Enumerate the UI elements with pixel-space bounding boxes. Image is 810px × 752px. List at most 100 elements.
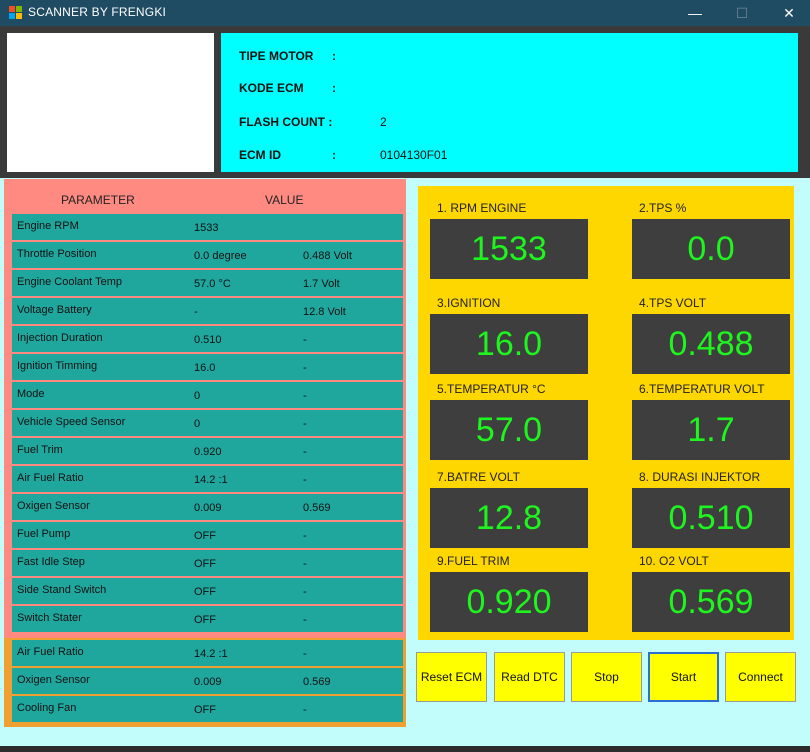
parameter-name: Fuel Pump	[17, 528, 71, 540]
parameter-extra-value: -	[303, 334, 307, 346]
parameter-row: Fuel Trim 0.920 -	[12, 438, 403, 464]
gauge-value: 16.0	[430, 314, 588, 374]
parameter-name: Mode	[17, 388, 45, 400]
parameter-row: Engine Coolant Temp 57.0 °C 1.7 Volt	[12, 270, 403, 296]
gauge-value: 0.569	[632, 572, 790, 632]
parameter-header: PARAMETER	[61, 193, 135, 207]
gauge-value: 0.510	[632, 488, 790, 548]
minimize-button[interactable]: —	[672, 0, 718, 26]
parameter-row: Fast Idle Step OFF -	[12, 550, 403, 576]
parameter-value: -	[194, 306, 198, 318]
gauge-label: 2.TPS %	[639, 201, 687, 215]
parameter-name: Voltage Battery	[17, 304, 92, 316]
info-label: TIPE MOTOR	[239, 49, 314, 63]
parameter-row: Voltage Battery - 12.8 Volt	[12, 298, 403, 324]
minimize-icon: —	[688, 5, 702, 21]
parameter-extra-value: 0.488 Volt	[303, 250, 352, 262]
parameter-name: Injection Duration	[17, 332, 103, 344]
info-value: 0104130F01	[380, 148, 448, 162]
gauge-label: 9.FUEL TRIM	[437, 554, 510, 568]
parameter-value: 1533	[194, 222, 219, 234]
parameter-row: Injection Duration 0.510 -	[12, 326, 403, 352]
parameter-value: OFF	[194, 614, 216, 626]
parameter-value: 0.009	[194, 502, 222, 514]
gauge-label: 6.TEMPERATUR VOLT	[639, 382, 765, 396]
parameter-extra-value: -	[303, 704, 307, 716]
gauge-value: 12.8	[430, 488, 588, 548]
start-button[interactable]: Start	[648, 652, 719, 702]
info-value: 2	[380, 115, 387, 129]
info-row-kode-ecm: KODE ECM :	[239, 81, 336, 95]
parameter-name: Switch Stater	[17, 612, 82, 624]
gauge-value: 0.0	[632, 219, 790, 279]
info-row-ecm-id: ECM ID : 0104130F01	[239, 148, 447, 162]
stop-button[interactable]: Stop	[571, 652, 642, 702]
gauge-label: 3.IGNITION	[437, 296, 501, 310]
gauge-label: 4.TPS VOLT	[639, 296, 707, 310]
parameter-name: Engine Coolant Temp	[17, 276, 122, 288]
parameter-extra-value: -	[303, 446, 307, 458]
parameter-row: Fuel Pump OFF -	[12, 522, 403, 548]
parameter-row: Ignition Timming 16.0 -	[12, 354, 403, 380]
parameter-row: Vehicle Speed Sensor 0 -	[12, 410, 403, 436]
parameter-extra-value: -	[303, 558, 307, 570]
image-box	[7, 33, 214, 172]
parameter-value: 0	[194, 418, 201, 430]
parameter-value: OFF	[194, 530, 216, 542]
parameter-value: 14.2 :1	[194, 474, 228, 486]
parameter-row: Side Stand Switch OFF -	[12, 578, 403, 604]
window-title: SCANNER BY FRENGKI	[28, 5, 167, 19]
header-panel: TIPE MOTOR : KODE ECM : FLASH COUNT : 2 …	[0, 26, 810, 178]
gauge-value: 1533	[430, 219, 588, 279]
info-label: ECM ID	[239, 148, 281, 162]
parameter-name: Cooling Fan	[17, 702, 77, 714]
info-label: KODE ECM	[239, 81, 304, 95]
parameter-extra-value: -	[303, 530, 307, 542]
window-bottom-edge	[0, 746, 810, 752]
gauge-label: 7.BATRE VOLT	[437, 470, 520, 484]
connect-button[interactable]: Connect	[725, 652, 796, 702]
parameter-row: Cooling Fan OFF -	[12, 696, 403, 722]
gauge-label: 8. DURASI INJEKTOR	[639, 470, 761, 484]
parameter-value: OFF	[194, 586, 216, 598]
parameter-value: OFF	[194, 704, 216, 716]
parameter-extra-value: -	[303, 648, 307, 660]
parameter-value: 0	[194, 390, 201, 402]
parameter-extra-value: -	[303, 586, 307, 598]
parameter-value: 16.0	[194, 362, 216, 374]
parameter-value: 0.510	[194, 334, 222, 346]
gauge-value: 57.0	[430, 400, 588, 460]
reset-ecm-button[interactable]: Reset ECM	[416, 652, 487, 702]
maximize-icon: ☐	[735, 4, 749, 21]
parameter-name: Oxigen Sensor	[17, 500, 90, 512]
parameter-extra-value: -	[303, 474, 307, 486]
value-header: VALUE	[265, 193, 304, 207]
parameter-extra-value: -	[303, 390, 307, 402]
parameter-value: 0.0 degree	[194, 250, 247, 262]
info-colon: :	[332, 81, 336, 95]
info-label: FLASH COUNT :	[239, 115, 333, 129]
parameter-value: OFF	[194, 558, 216, 570]
parameter-name: Vehicle Speed Sensor	[17, 416, 126, 428]
maximize-button[interactable]: ☐	[719, 0, 765, 26]
parameter-row: Engine RPM 1533	[12, 214, 403, 240]
parameter-name: Air Fuel Ratio	[17, 472, 84, 484]
ecm-info-box: TIPE MOTOR : KODE ECM : FLASH COUNT : 2 …	[221, 33, 798, 172]
parameter-row: Oxigen Sensor 0.009 0.569	[12, 668, 403, 694]
title-bar: SCANNER BY FRENGKI — ☐ ✕	[0, 0, 810, 26]
read-dtc-button[interactable]: Read DTC	[494, 652, 565, 702]
gauge-label: 1. RPM ENGINE	[437, 201, 527, 215]
parameter-name: Side Stand Switch	[17, 584, 107, 596]
parameter-value: 14.2 :1	[194, 648, 228, 660]
parameter-row: Air Fuel Ratio 14.2 :1 -	[12, 640, 403, 666]
parameter-value: 0.009	[194, 676, 222, 688]
parameter-name: Engine RPM	[17, 220, 79, 232]
parameter-row: Throttle Position 0.0 degree 0.488 Volt	[12, 242, 403, 268]
parameter-extra-value: 0.569	[303, 502, 331, 514]
gauge-panel: 1. RPM ENGINE 1533 2.TPS % 0.0 3.IGNITION 16.…	[418, 186, 794, 640]
close-button[interactable]: ✕	[766, 0, 810, 26]
gauge-value: 1.7	[632, 400, 790, 460]
parameter-value: 57.0 °C	[194, 278, 231, 290]
gauge-label: 5.TEMPERATUR °C	[437, 382, 546, 396]
parameter-name: Fast Idle Step	[17, 556, 85, 568]
